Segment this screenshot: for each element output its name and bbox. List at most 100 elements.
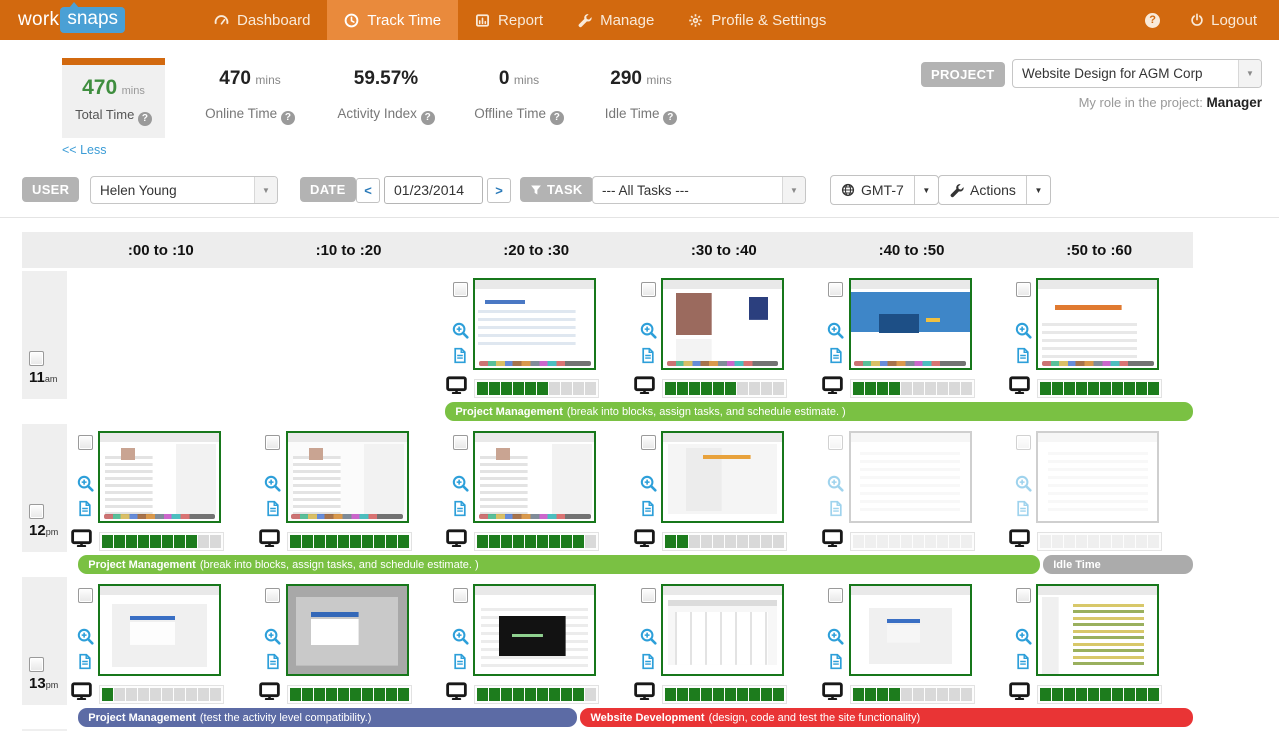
nav-item-report[interactable]: Report bbox=[458, 0, 560, 40]
help-icon[interactable]: ? bbox=[549, 110, 564, 125]
screenshot-thumbnail[interactable] bbox=[285, 431, 409, 523]
screenshot-thumbnail[interactable] bbox=[848, 278, 972, 370]
task-bar-project-management[interactable]: Project Management (break into blocks, as… bbox=[78, 555, 1040, 574]
activity-segment bbox=[561, 381, 573, 395]
screenshot-checkbox[interactable] bbox=[828, 282, 844, 297]
document-icon[interactable] bbox=[640, 500, 656, 522]
divider bbox=[0, 217, 1279, 218]
row-checkbox[interactable] bbox=[29, 351, 44, 366]
row-checkbox[interactable] bbox=[29, 504, 44, 519]
screenshot-thumbnail[interactable] bbox=[285, 584, 409, 676]
screenshot-checkbox[interactable] bbox=[640, 282, 656, 297]
document-icon[interactable] bbox=[1015, 653, 1031, 675]
screenshot-checkbox[interactable] bbox=[77, 435, 93, 450]
zoom-in-icon[interactable] bbox=[1015, 628, 1032, 650]
help-icon[interactable]: ? bbox=[137, 111, 152, 126]
screenshot-thumbnail[interactable] bbox=[1036, 584, 1160, 676]
task-bar-idle-time[interactable]: Idle Time bbox=[1043, 555, 1193, 574]
document-icon[interactable] bbox=[265, 500, 281, 522]
screenshot-checkbox[interactable] bbox=[265, 435, 281, 450]
document-icon[interactable] bbox=[828, 347, 844, 369]
prev-date-button[interactable]: < bbox=[356, 178, 380, 203]
zoom-in-icon[interactable] bbox=[640, 628, 657, 650]
zoom-in-icon[interactable] bbox=[1015, 475, 1032, 497]
screenshot-checkbox[interactable] bbox=[828, 588, 844, 603]
document-icon[interactable] bbox=[452, 500, 468, 522]
screenshot-thumbnail[interactable] bbox=[848, 431, 972, 523]
document-icon[interactable] bbox=[265, 653, 281, 675]
actions-button[interactable]: Actions ▼ bbox=[938, 175, 1051, 205]
screenshot-thumbnail[interactable] bbox=[473, 431, 597, 523]
zoom-in-icon[interactable] bbox=[640, 322, 657, 344]
document-icon[interactable] bbox=[1015, 500, 1031, 522]
worksnaps-logo[interactable]: work snaps bbox=[0, 0, 126, 40]
timezone-button[interactable]: GMT-7 ▼ bbox=[830, 175, 939, 205]
screenshot-thumbnail[interactable] bbox=[473, 584, 597, 676]
task-bar-project-management[interactable]: Project Management (test the activity lev… bbox=[78, 708, 578, 727]
zoom-in-icon[interactable] bbox=[77, 475, 94, 497]
screenshot-checkbox[interactable] bbox=[1015, 588, 1031, 603]
nav-item-profile-settings[interactable]: Profile & Settings bbox=[671, 0, 843, 40]
help-icon[interactable]: ? bbox=[280, 110, 295, 125]
screenshot-checkbox[interactable] bbox=[452, 435, 468, 450]
screenshot-thumbnail[interactable] bbox=[661, 431, 785, 523]
nav-item-track-time[interactable]: Track Time bbox=[327, 0, 459, 40]
screenshot-checkbox[interactable] bbox=[1015, 435, 1031, 450]
user-select[interactable]: Helen Young ▼ bbox=[90, 176, 278, 204]
zoom-in-icon[interactable] bbox=[640, 475, 657, 497]
zoom-in-icon[interactable] bbox=[77, 628, 94, 650]
document-icon[interactable] bbox=[828, 653, 844, 675]
date-input[interactable] bbox=[384, 176, 483, 204]
nav-item-manage[interactable]: Manage bbox=[560, 0, 671, 40]
help-icon[interactable]: ? bbox=[420, 110, 435, 125]
project-select[interactable]: Website Design for AGM Corp ▼ bbox=[1012, 59, 1262, 88]
screenshot-checkbox[interactable] bbox=[77, 588, 93, 603]
screenshot-thumbnail[interactable] bbox=[98, 431, 221, 523]
zoom-in-icon[interactable] bbox=[827, 475, 844, 497]
document-icon[interactable] bbox=[77, 653, 93, 675]
screenshot-checkbox[interactable] bbox=[640, 435, 656, 450]
zoom-in-icon[interactable] bbox=[452, 475, 469, 497]
screenshot-checkbox[interactable] bbox=[828, 435, 844, 450]
screenshot-checkbox[interactable] bbox=[452, 282, 468, 297]
less-link[interactable]: << Less bbox=[62, 143, 106, 157]
screenshot-checkbox[interactable] bbox=[265, 588, 281, 603]
screenshot-checkbox[interactable] bbox=[640, 588, 656, 603]
task-select[interactable]: --- All Tasks --- ▼ bbox=[592, 176, 806, 204]
zoom-in-icon[interactable] bbox=[827, 628, 844, 650]
total-time-card: 470 mins Total Time ? bbox=[62, 58, 165, 138]
zoom-in-icon[interactable] bbox=[1015, 322, 1032, 344]
document-icon[interactable] bbox=[640, 347, 656, 369]
document-icon[interactable] bbox=[452, 347, 468, 369]
help-icon[interactable]: ? bbox=[1145, 12, 1161, 28]
activity-segment bbox=[489, 381, 501, 395]
zoom-in-icon[interactable] bbox=[452, 628, 469, 650]
help-icon[interactable]: ? bbox=[663, 110, 678, 125]
task-bar-project-management[interactable]: Project Management (break into blocks, as… bbox=[445, 402, 1193, 421]
screenshot-checkbox[interactable] bbox=[452, 588, 468, 603]
nav-item-dashboard[interactable]: Dashboard bbox=[197, 0, 327, 40]
row-checkbox[interactable] bbox=[29, 657, 44, 672]
zoom-in-icon[interactable] bbox=[264, 475, 281, 497]
screenshot-thumbnail[interactable] bbox=[848, 584, 972, 676]
screenshot-thumbnail[interactable] bbox=[473, 278, 597, 370]
document-icon[interactable] bbox=[1015, 347, 1031, 369]
document-icon[interactable] bbox=[77, 500, 93, 522]
screenshot-thumbnail[interactable] bbox=[661, 584, 785, 676]
screenshot-thumbnail[interactable] bbox=[1036, 278, 1160, 370]
screenshot-thumbnail[interactable] bbox=[98, 584, 221, 676]
zoom-in-icon[interactable] bbox=[827, 322, 844, 344]
task-bar-website-development[interactable]: Website Development (design, code and tes… bbox=[580, 708, 1193, 727]
screenshot-checkbox[interactable] bbox=[1015, 282, 1031, 297]
zoom-in-icon[interactable] bbox=[264, 628, 281, 650]
logout-button[interactable]: Logout bbox=[1190, 12, 1257, 29]
next-date-button[interactable]: > bbox=[487, 178, 511, 203]
screenshot-thumbnail[interactable] bbox=[1036, 431, 1160, 523]
actions-dropdown-caret[interactable]: ▼ bbox=[1025, 176, 1050, 204]
document-icon[interactable] bbox=[452, 653, 468, 675]
document-icon[interactable] bbox=[640, 653, 656, 675]
screenshot-thumbnail[interactable] bbox=[661, 278, 785, 370]
zoom-in-icon[interactable] bbox=[452, 322, 469, 344]
timezone-dropdown-caret[interactable]: ▼ bbox=[913, 176, 938, 204]
document-icon[interactable] bbox=[828, 500, 844, 522]
